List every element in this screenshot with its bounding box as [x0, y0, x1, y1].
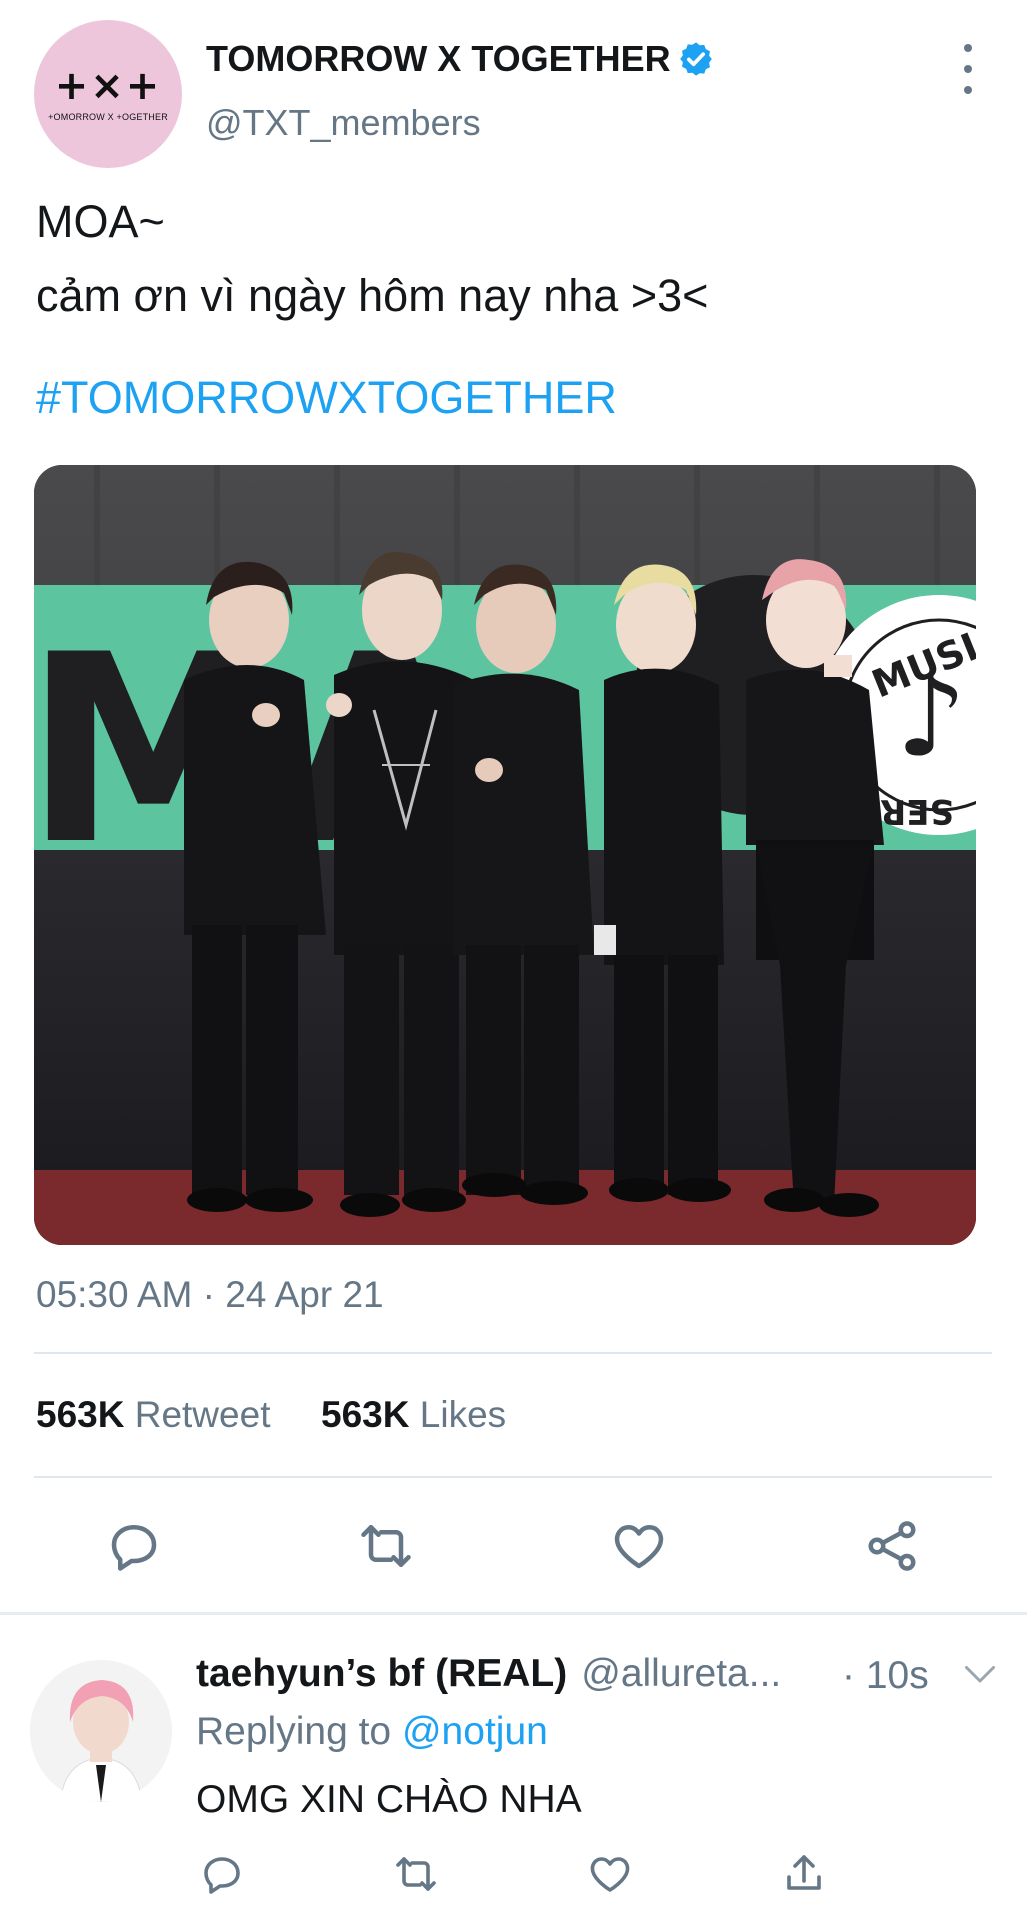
like-icon[interactable]	[586, 1850, 634, 1898]
author-display-name: TOMORROW X TOGETHER	[206, 38, 671, 79]
tweet-photo[interactable]: MA MUSIC SER ♪	[34, 465, 976, 1245]
chevron-down-icon[interactable]	[962, 1660, 998, 1690]
share-icon[interactable]	[780, 1850, 828, 1898]
like-icon[interactable]	[609, 1516, 669, 1576]
more-options-icon[interactable]	[950, 44, 986, 94]
txt-logo-subtext: +OMORROW X +OGETHER	[48, 112, 168, 122]
tweet-text-line-1: MOA~	[36, 196, 165, 247]
verified-badge-icon	[679, 42, 712, 76]
reply-author-row[interactable]: taehyun’s bf (REAL) @allureta...	[196, 1652, 781, 1696]
tweet-stats: 563K Retweet 563K Likes	[36, 1394, 506, 1436]
retweet-icon[interactable]	[356, 1516, 416, 1576]
tweet-timestamp[interactable]: 05:30 AM · 24 Apr 21	[36, 1274, 384, 1316]
author-handle[interactable]: @TXT_members	[206, 102, 481, 144]
reply-author-avatar[interactable]	[30, 1660, 172, 1802]
likes-label[interactable]: Likes	[420, 1394, 506, 1435]
retweets-label[interactable]: Retweet	[135, 1394, 271, 1435]
badge-text-bottom: SER	[880, 791, 954, 831]
retweet-icon[interactable]	[392, 1850, 440, 1898]
txt-logo: +×+	[54, 63, 162, 109]
divider	[34, 1476, 992, 1478]
divider	[34, 1352, 992, 1354]
hashtag-link[interactable]: #TOMORROWXTOGETHER	[36, 372, 617, 424]
likes-count[interactable]: 563K	[321, 1394, 409, 1435]
share-icon[interactable]	[862, 1516, 922, 1576]
author-name-row[interactable]: TOMORROW X TOGETHER	[206, 38, 715, 80]
reply-time[interactable]: · 10s	[842, 1654, 929, 1698]
group-photo-illustration: MA MUSIC SER ♪	[34, 465, 976, 1245]
reply-text: OMG XIN CHÀO NHA	[196, 1778, 582, 1821]
author-avatar[interactable]: +×+ +OMORROW X +OGETHER	[34, 20, 182, 168]
thread-separator	[0, 1612, 1027, 1615]
reply-icon[interactable]	[198, 1850, 246, 1898]
reply-display-name: taehyun’s bf (REAL)	[196, 1652, 568, 1695]
retweets-count[interactable]: 563K	[36, 1394, 124, 1435]
tweet-text-line-2: cảm ơn vì ngày hôm nay nha >3<	[36, 270, 709, 321]
replying-to-line: Replying to @notjun	[196, 1710, 548, 1754]
replying-prefix: Replying to	[196, 1710, 392, 1753]
replying-mention-link[interactable]: @notjun	[402, 1710, 548, 1753]
reply-icon[interactable]	[104, 1516, 164, 1576]
reply-handle: @allureta...	[581, 1652, 782, 1695]
svg-text:♪: ♪	[896, 653, 966, 781]
